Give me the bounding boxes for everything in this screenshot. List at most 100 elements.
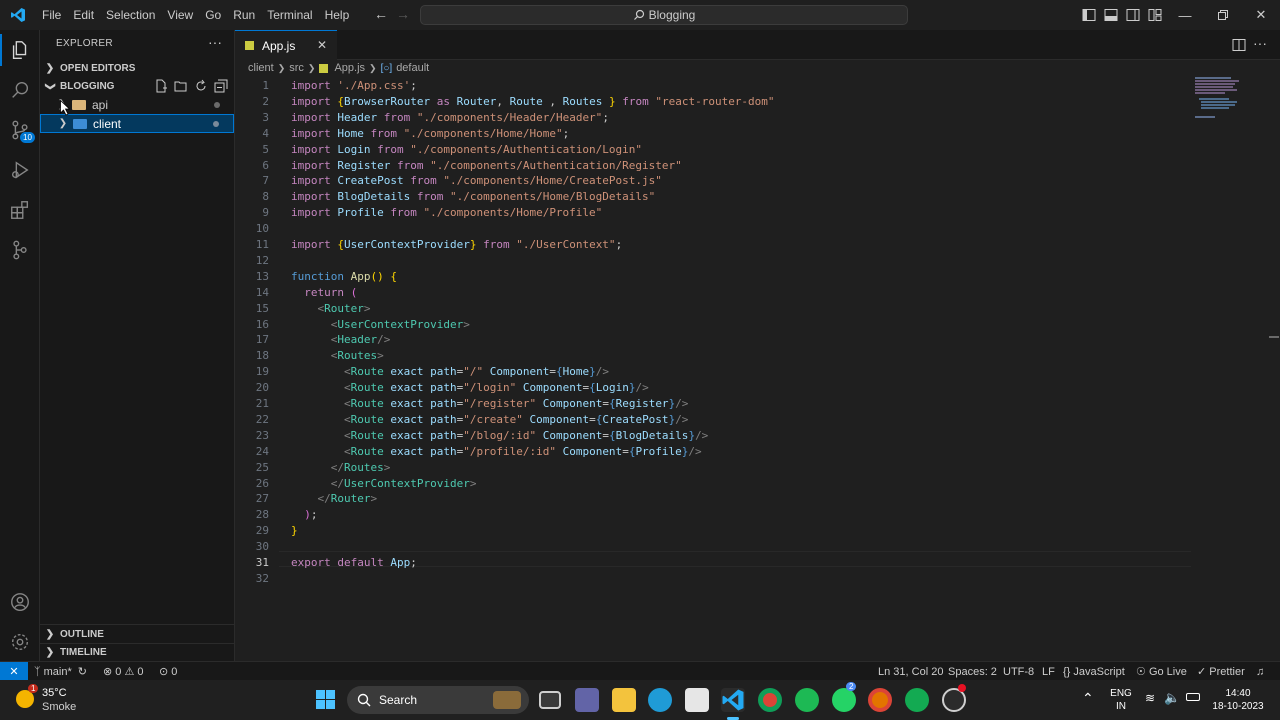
spotify-icon[interactable] <box>795 688 819 712</box>
code-line[interactable]: 1 import './App.css'; <box>235 78 1275 94</box>
whatsapp-icon[interactable]: 2 <box>832 682 857 712</box>
github-desktop-icon[interactable] <box>942 684 966 712</box>
forward-arrow-icon[interactable]: → <box>396 6 410 22</box>
git-graph-icon[interactable] <box>0 230 40 270</box>
microsoft-store-icon[interactable] <box>685 688 709 712</box>
outline-section[interactable]: ❯ OUTLINE <box>40 625 235 643</box>
volume-icon[interactable]: 🔈 <box>1164 690 1180 706</box>
code-line[interactable]: 22 <Route exact path="/create" Component… <box>235 412 1275 428</box>
breadcrumb-src[interactable]: src <box>289 62 304 74</box>
code-line[interactable]: 3 import Header from "./components/Header… <box>235 110 1275 126</box>
file-explorer-icon[interactable] <box>612 688 636 712</box>
tab-app-js[interactable]: App.js ✕ <box>235 30 337 60</box>
customize-layout-icon[interactable] <box>1148 8 1162 22</box>
timeline-section[interactable]: ❯ TIMELINE <box>40 643 235 661</box>
code-line[interactable]: 25 </Routes> <box>235 460 1275 476</box>
back-arrow-icon[interactable]: ← <box>374 6 388 22</box>
new-folder-icon[interactable] <box>174 79 188 93</box>
code-line[interactable]: 20 <Route exact path="/login" Component=… <box>235 380 1275 396</box>
taskbar-search[interactable]: Search <box>347 686 529 714</box>
close-window-button[interactable]: ✕ <box>1242 0 1280 30</box>
go-live-button[interactable]: ☉ Go Live <box>1136 662 1187 681</box>
sync-icon[interactable]: ↻ <box>78 665 87 678</box>
vscode-taskbar-icon[interactable] <box>721 688 745 720</box>
code-line[interactable]: 10 <box>235 221 1275 237</box>
cursor-position[interactable]: Ln 31, Col 20 <box>878 662 943 681</box>
explorer-icon[interactable] <box>0 30 40 70</box>
open-editors-section[interactable]: ❯ OPEN EDITORS <box>40 59 235 77</box>
code-line[interactable]: 29} <box>235 523 1275 539</box>
breadcrumb-symbol[interactable]: default <box>396 62 429 74</box>
branch-status[interactable]: ᛉ main* ↻ <box>34 662 87 681</box>
toggle-primary-sidebar-icon[interactable] <box>1082 8 1096 22</box>
code-line[interactable]: 2 import {BrowserRouter as Router, Route … <box>235 94 1275 110</box>
code-line[interactable]: 28 ); <box>235 507 1275 523</box>
prettier-status[interactable]: ✓ Prettier <box>1197 662 1245 681</box>
refresh-icon[interactable] <box>194 79 208 93</box>
code-line[interactable]: 17 <Header/> <box>235 332 1275 348</box>
folder-client[interactable]: ❯ client <box>40 114 234 133</box>
problems-status[interactable]: ⊗ 0 ⚠ 0 <box>103 662 144 681</box>
menu-terminal[interactable]: Terminal <box>261 0 318 30</box>
code-line[interactable]: 9 import Profile from "./components/Home/… <box>235 205 1275 221</box>
ports-status[interactable]: ⊙ 0 <box>159 662 177 681</box>
language-status[interactable]: {} JavaScript <box>1063 662 1125 681</box>
code-line[interactable]: 14 return ( <box>235 285 1275 301</box>
collapse-all-icon[interactable] <box>214 79 228 93</box>
battery-icon[interactable] <box>1186 693 1200 701</box>
code-line[interactable]: 13 function App() { <box>235 269 1275 285</box>
code-line[interactable]: 6 import Register from "./components/Auth… <box>235 158 1275 174</box>
menu-file[interactable]: File <box>36 0 67 30</box>
search-icon[interactable] <box>0 70 40 110</box>
code-line[interactable]: 4 import Home from "./components/Home/Hom… <box>235 126 1275 142</box>
close-tab-icon[interactable]: ✕ <box>317 38 327 52</box>
language-indicator[interactable]: ENG IN <box>1110 687 1132 713</box>
breadcrumb-file[interactable]: App.js <box>334 62 365 74</box>
windows-start-icon[interactable] <box>316 690 336 710</box>
menu-run[interactable]: Run <box>227 0 261 30</box>
more-actions-icon[interactable]: ··· <box>208 34 222 50</box>
menu-edit[interactable]: Edit <box>67 0 100 30</box>
command-center-search[interactable]: Blogging <box>420 5 908 25</box>
code-line[interactable]: 18 <Routes> <box>235 348 1275 364</box>
code-editor[interactable]: 1 import './App.css'; 2 import {BrowserRout… <box>235 76 1280 661</box>
code-line[interactable]: 30 <box>235 539 1275 555</box>
code-line[interactable]: 27 </Router> <box>235 491 1275 507</box>
wifi-icon[interactable]: ≋ <box>1145 691 1155 705</box>
code-line[interactable]: 19 <Route exact path="/" Component={Home… <box>235 364 1275 380</box>
code-line[interactable]: 21 <Route exact path="/register" Compone… <box>235 396 1275 412</box>
code-line[interactable]: 16 <UserContextProvider> <box>235 317 1275 333</box>
toggle-secondary-sidebar-icon[interactable] <box>1126 8 1140 22</box>
menu-help[interactable]: Help <box>319 0 356 30</box>
code-line[interactable]: 24 <Route exact path="/profile/:id" Comp… <box>235 444 1275 460</box>
code-line[interactable]: 7 import CreatePost from "./components/Ho… <box>235 173 1275 189</box>
code-line[interactable]: 32 <box>235 571 1275 587</box>
weather-widget[interactable]: 1 35°C Smoke <box>16 684 96 714</box>
run-debug-icon[interactable] <box>0 150 40 190</box>
extensions-icon[interactable] <box>0 190 40 230</box>
new-file-icon[interactable] <box>154 79 168 93</box>
clock[interactable]: 14:40 18-10-2023 <box>1208 687 1268 713</box>
code-line[interactable]: 11 import {UserContextProvider} from "./U… <box>235 237 1275 253</box>
indentation-status[interactable]: Spaces: 2 <box>948 662 997 681</box>
chrome-profile-icon[interactable] <box>868 688 892 712</box>
minimap[interactable] <box>1193 76 1273 136</box>
account-icon[interactable] <box>0 582 40 622</box>
code-line[interactable]: 31 export default App; <box>235 555 1275 571</box>
eol-status[interactable]: LF <box>1042 662 1055 681</box>
encoding-status[interactable]: UTF-8 <box>1003 662 1034 681</box>
menu-selection[interactable]: Selection <box>100 0 161 30</box>
code-line[interactable]: 8 import BlogDetails from "./components/H… <box>235 189 1275 205</box>
source-control-icon[interactable]: 10 <box>0 110 40 150</box>
remote-indicator-icon[interactable]: ✕ <box>0 662 28 681</box>
breadcrumb-client[interactable]: client <box>248 62 274 74</box>
code-line[interactable]: 12 <box>235 253 1275 269</box>
teams-chat-icon[interactable] <box>575 688 599 712</box>
settings-gear-icon[interactable] <box>0 622 40 662</box>
menu-view[interactable]: View <box>161 0 199 30</box>
code-line[interactable]: 23 <Route exact path="/blog/:id" Compone… <box>235 428 1275 444</box>
task-view-icon[interactable] <box>539 691 561 709</box>
toggle-panel-icon[interactable] <box>1104 8 1118 22</box>
split-editor-icon[interactable] <box>1232 38 1246 52</box>
code-line[interactable]: 5 import Login from "./components/Authent… <box>235 142 1275 158</box>
